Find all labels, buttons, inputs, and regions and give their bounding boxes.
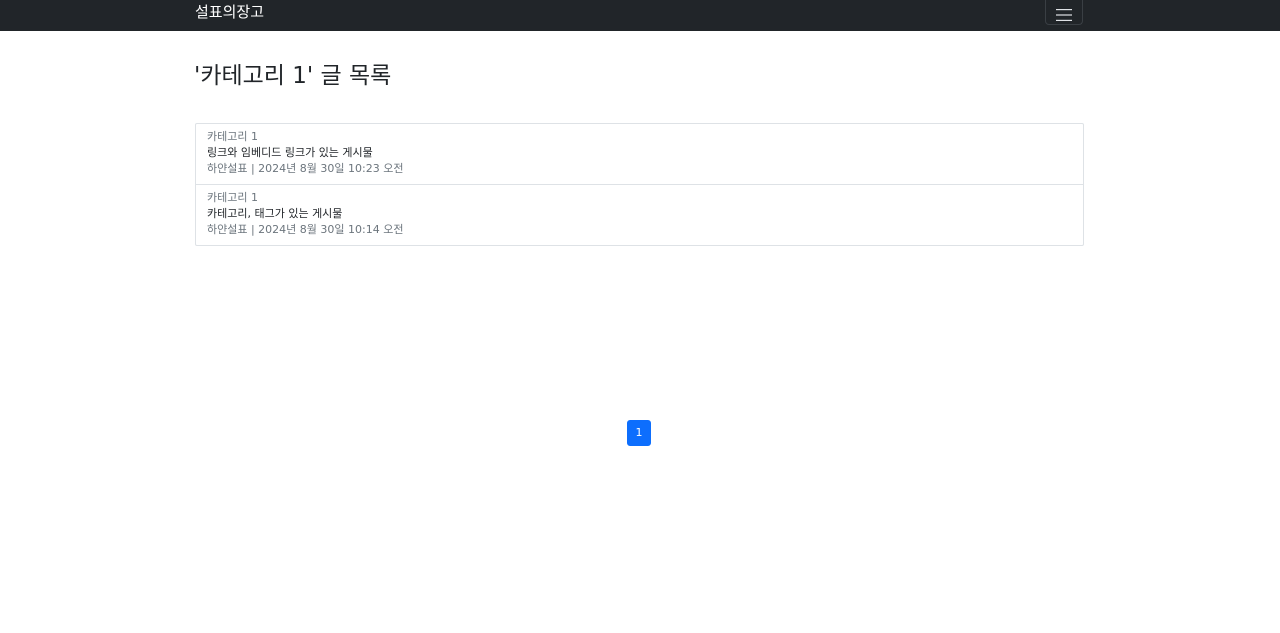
post-meta: 하얀설표 | 2024년 8월 30일 10:14 오전 xyxy=(207,223,404,236)
navbar: 설표의장고 xyxy=(0,0,1280,31)
post-list-item[interactable]: 카테고리 1 링크와 임베디드 링크가 있는 게시물 하얀설표 | 2024년 … xyxy=(195,123,1084,185)
page-title: '카테고리 1' 글 목록 xyxy=(194,63,392,89)
post-category: 카테고리 1 xyxy=(207,191,258,204)
post-list: 카테고리 1 링크와 임베디드 링크가 있는 게시물 하얀설표 | 2024년 … xyxy=(195,123,1084,246)
site-brand-link[interactable]: 설표의장고 xyxy=(195,2,264,22)
pagination: 1 xyxy=(627,420,651,446)
navbar-toggle-button[interactable] xyxy=(1045,0,1083,25)
post-category: 카테고리 1 xyxy=(207,130,258,143)
post-meta: 하얀설표 | 2024년 8월 30일 10:23 오전 xyxy=(207,162,404,175)
post-list-item[interactable]: 카테고리 1 카테고리, 태그가 있는 게시물 하얀설표 | 2024년 8월 … xyxy=(195,184,1084,246)
post-title: 링크와 임베디드 링크가 있는 게시물 xyxy=(207,146,373,159)
pagination-item: 1 xyxy=(627,420,651,446)
page-1-button[interactable]: 1 xyxy=(627,420,651,446)
post-title: 카테고리, 태그가 있는 게시물 xyxy=(207,207,343,220)
hamburger-menu-icon xyxy=(1056,8,1072,21)
